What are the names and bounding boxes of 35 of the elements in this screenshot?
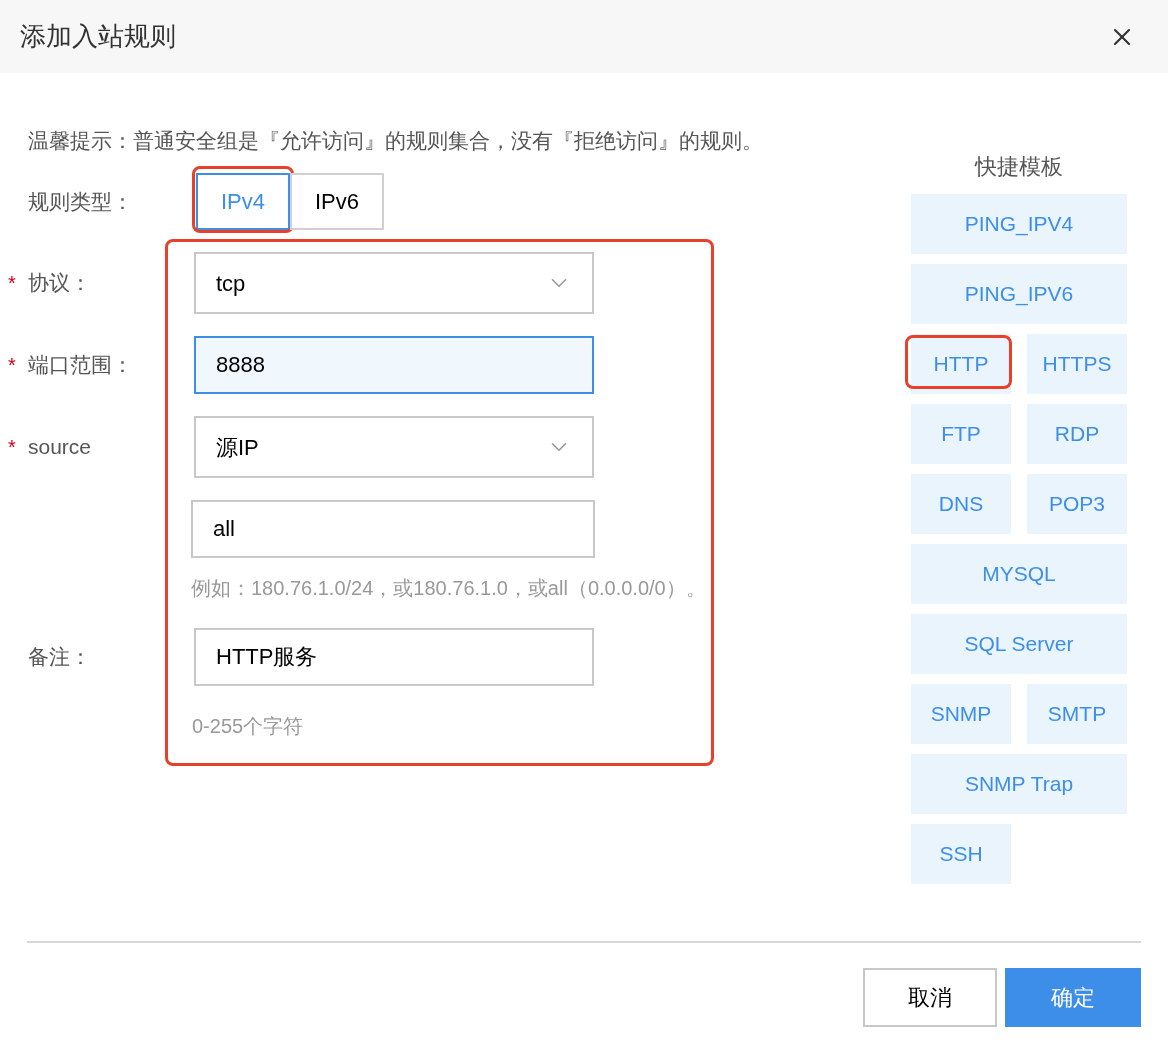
template-button[interactable]: MYSQL (911, 544, 1127, 604)
template-button[interactable]: RDP (1027, 404, 1127, 464)
templates-title: 快捷模板 (973, 154, 1064, 180)
template-button[interactable]: POP3 (1027, 474, 1127, 534)
field-label: 备注： (28, 644, 91, 671)
help-text: 0-255个字符 (192, 714, 305, 739)
input-field[interactable]: 8888 (194, 336, 594, 394)
field-label: source (28, 434, 92, 461)
confirm-button[interactable]: 确定 (1005, 968, 1141, 1027)
template-button[interactable]: SNMP (911, 684, 1011, 744)
select-field[interactable]: 源IP (194, 416, 594, 478)
field-label: 端口范围： (28, 352, 133, 379)
field-label: 规则类型： (28, 188, 134, 215)
select-field[interactable]: tcp (194, 252, 594, 314)
template-button[interactable]: PING_IPV4 (911, 194, 1127, 254)
template-button[interactable]: SQL Server (911, 614, 1127, 674)
help-text: 例如：180.76.1.0/24，或180.76.1.0，或all（0.0.0.0/0）。 (191, 576, 707, 601)
template-button[interactable]: SSH (911, 824, 1011, 884)
input-field[interactable]: all (191, 500, 595, 558)
field-label: 协议： (28, 270, 91, 297)
dialog-title: 添加入站规则 (20, 20, 176, 53)
template-button[interactable]: SNMP Trap (911, 754, 1127, 814)
input-field[interactable]: HTTP服务 (194, 628, 594, 686)
rule-type-tab[interactable]: IPv6 (290, 173, 384, 230)
template-button[interactable]: FTP (911, 404, 1011, 464)
hint-text: 温馨提示：普通安全组是『允许访问』的规则集合，没有『拒绝访问』的规则。 (28, 128, 764, 154)
required-mark: * (8, 353, 16, 378)
template-button[interactable]: DNS (911, 474, 1011, 534)
template-button[interactable]: HTTPS (1027, 334, 1127, 394)
required-mark: * (8, 271, 16, 296)
required-mark: * (8, 435, 16, 460)
template-button[interactable]: PING_IPV6 (911, 264, 1127, 324)
rule-type-tab[interactable]: IPv4 (196, 173, 290, 230)
template-button[interactable]: SMTP (1027, 684, 1127, 744)
cancel-button[interactable]: 取消 (863, 968, 997, 1027)
